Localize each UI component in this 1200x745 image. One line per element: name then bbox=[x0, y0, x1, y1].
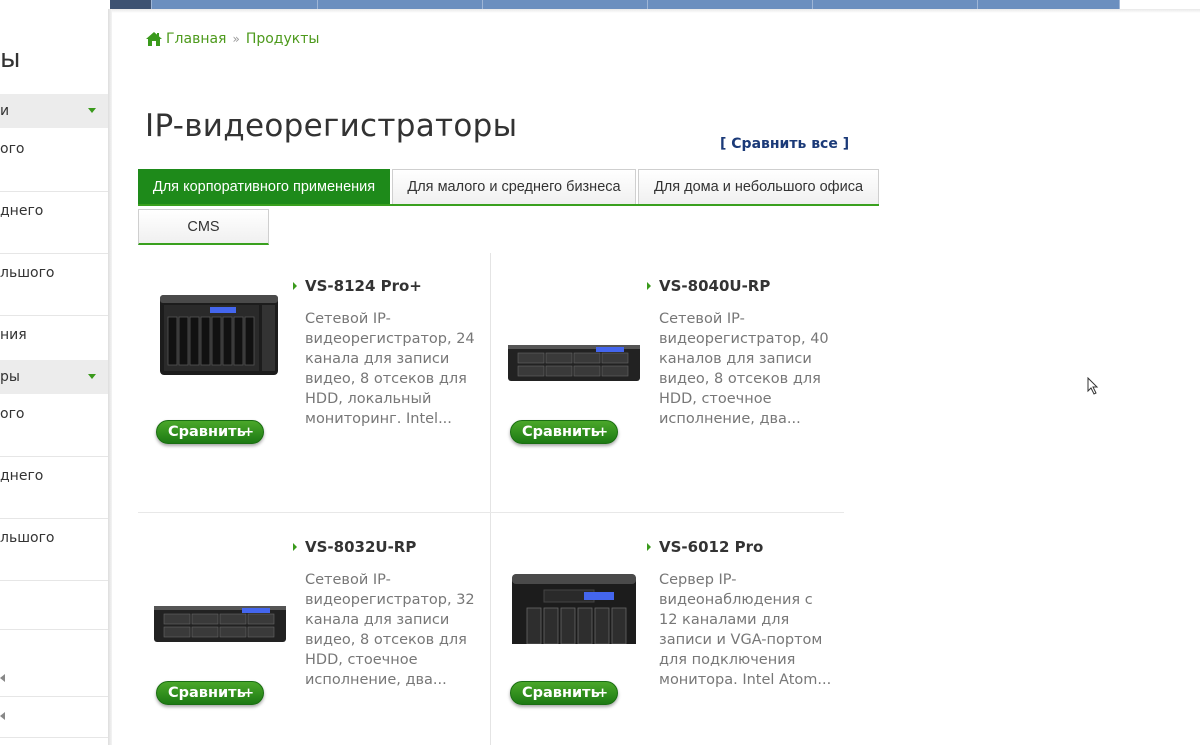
sidebar-section-header[interactable]: ры bbox=[0, 360, 108, 394]
grid-divider-vertical bbox=[490, 253, 491, 745]
product-image[interactable] bbox=[150, 544, 290, 644]
tab-corporate[interactable]: Для корпоративного применения bbox=[138, 169, 390, 204]
sidebar-item[interactable]: днего bbox=[0, 203, 108, 254]
sidebar-item[interactable]: льшого bbox=[0, 265, 108, 316]
breadcrumb-home-link[interactable]: Главная bbox=[166, 31, 226, 47]
sidebar-title: ы bbox=[0, 44, 21, 74]
product-name[interactable]: VS-8040U-RP bbox=[646, 277, 770, 295]
sidebar-item[interactable]: ния bbox=[0, 327, 108, 359]
tab-cms[interactable]: CMS bbox=[138, 209, 269, 245]
caret-left-icon bbox=[0, 674, 5, 682]
caret-down-icon bbox=[88, 108, 96, 113]
caret-left-icon bbox=[0, 712, 5, 720]
product-card: VS-8032U-RP Сетевой IP-видеорегистратор,… bbox=[138, 514, 490, 745]
top-nav-item[interactable] bbox=[813, 0, 978, 9]
product-description: Сетевой IP-видеорегистратор, 24 канала д… bbox=[305, 311, 475, 427]
top-nav-item[interactable] bbox=[648, 0, 813, 9]
compare-button-label: Сравнить bbox=[168, 685, 246, 701]
tab-home-office[interactable]: Для дома и небольшого офиса bbox=[638, 169, 879, 204]
sidebar-item[interactable]: ого bbox=[0, 406, 108, 457]
sidebar-item[interactable]: ого bbox=[0, 141, 108, 192]
top-nav-item[interactable] bbox=[978, 0, 1120, 9]
sidebar-item-label: днего bbox=[0, 468, 44, 484]
top-nav-item[interactable] bbox=[318, 0, 483, 9]
plus-icon: + bbox=[597, 425, 608, 440]
sidebar-item[interactable]: льшого bbox=[0, 530, 108, 581]
sidebar-section-label: ры bbox=[0, 369, 20, 385]
sidebar-item[interactable] bbox=[0, 590, 108, 630]
sidebar-divider bbox=[108, 9, 112, 745]
product-image[interactable] bbox=[504, 283, 644, 383]
home-icon[interactable] bbox=[145, 31, 163, 47]
page-title: IP-видеорегистраторы bbox=[145, 108, 518, 144]
compare-button[interactable]: Сравнить + bbox=[156, 420, 264, 444]
mouse-cursor-icon bbox=[1087, 376, 1099, 395]
top-nav-item[interactable] bbox=[152, 0, 318, 9]
grid-divider-horizontal bbox=[138, 512, 844, 513]
product-description: Сетевой IP-видеорегистратор, 32 канала д… bbox=[305, 572, 475, 688]
breadcrumb-separator: » bbox=[232, 32, 240, 46]
product-card: VS-8124 Pro+ Сетевой IP-видеорегистратор… bbox=[138, 253, 490, 511]
sidebar: ы и ого днего льшого ния ры ого днего ль… bbox=[0, 0, 110, 745]
compare-button-label: Сравнить bbox=[522, 424, 600, 440]
sidebar-section-label: и bbox=[0, 103, 10, 119]
sidebar-item-label: льшого bbox=[0, 530, 55, 546]
product-image[interactable] bbox=[504, 544, 644, 672]
compare-button[interactable]: Сравнить + bbox=[156, 681, 264, 705]
product-name[interactable]: VS-6012 Pro bbox=[646, 538, 763, 556]
plus-icon: + bbox=[597, 686, 608, 701]
category-tabs: Для корпоративного применения Для малого… bbox=[138, 169, 879, 206]
sidebar-item[interactable] bbox=[0, 698, 108, 738]
top-nav-item[interactable] bbox=[483, 0, 648, 9]
plus-icon: + bbox=[243, 686, 254, 701]
compare-button-label: Сравнить bbox=[522, 685, 600, 701]
sidebar-section-header[interactable]: и bbox=[0, 94, 108, 128]
product-description: Сетевой IP-видеорегистратор, 40 каналов … bbox=[659, 311, 829, 427]
tab-small-business[interactable]: Для малого и среднего бизнеса bbox=[392, 169, 636, 204]
caret-down-icon bbox=[88, 374, 96, 379]
sidebar-item-label: ния bbox=[0, 327, 27, 343]
plus-icon: + bbox=[243, 425, 254, 440]
top-nav-strip bbox=[0, 0, 1120, 9]
sidebar-item-label: ого bbox=[0, 406, 25, 422]
compare-all-link[interactable]: [ Сравнить все ] bbox=[720, 136, 849, 152]
sidebar-item-label: льшого bbox=[0, 265, 55, 281]
breadcrumb-current-link[interactable]: Продукты bbox=[246, 31, 320, 47]
product-image[interactable] bbox=[150, 283, 290, 383]
product-card: VS-6012 Pro Сервер IP-видеонаблюдения с … bbox=[492, 514, 844, 745]
sidebar-item-label: днего bbox=[0, 203, 44, 219]
breadcrumb: Главная » Продукты bbox=[145, 31, 319, 47]
compare-button[interactable]: Сравнить + bbox=[510, 420, 618, 444]
product-name[interactable]: VS-8032U-RP bbox=[292, 538, 416, 556]
sidebar-item[interactable] bbox=[0, 652, 108, 697]
top-nav-shadow bbox=[110, 9, 1200, 13]
sidebar-item-label: ого bbox=[0, 141, 25, 157]
product-name[interactable]: VS-8124 Pro+ bbox=[293, 277, 422, 295]
sidebar-item[interactable]: днего bbox=[0, 468, 108, 519]
compare-button[interactable]: Сравнить + bbox=[510, 681, 618, 705]
compare-button-label: Сравнить bbox=[168, 424, 246, 440]
product-description: Сервер IP-видеонаблюдения с 12 каналами … bbox=[659, 572, 832, 688]
product-card: VS-8040U-RP Сетевой IP-видеорегистратор,… bbox=[492, 253, 844, 511]
